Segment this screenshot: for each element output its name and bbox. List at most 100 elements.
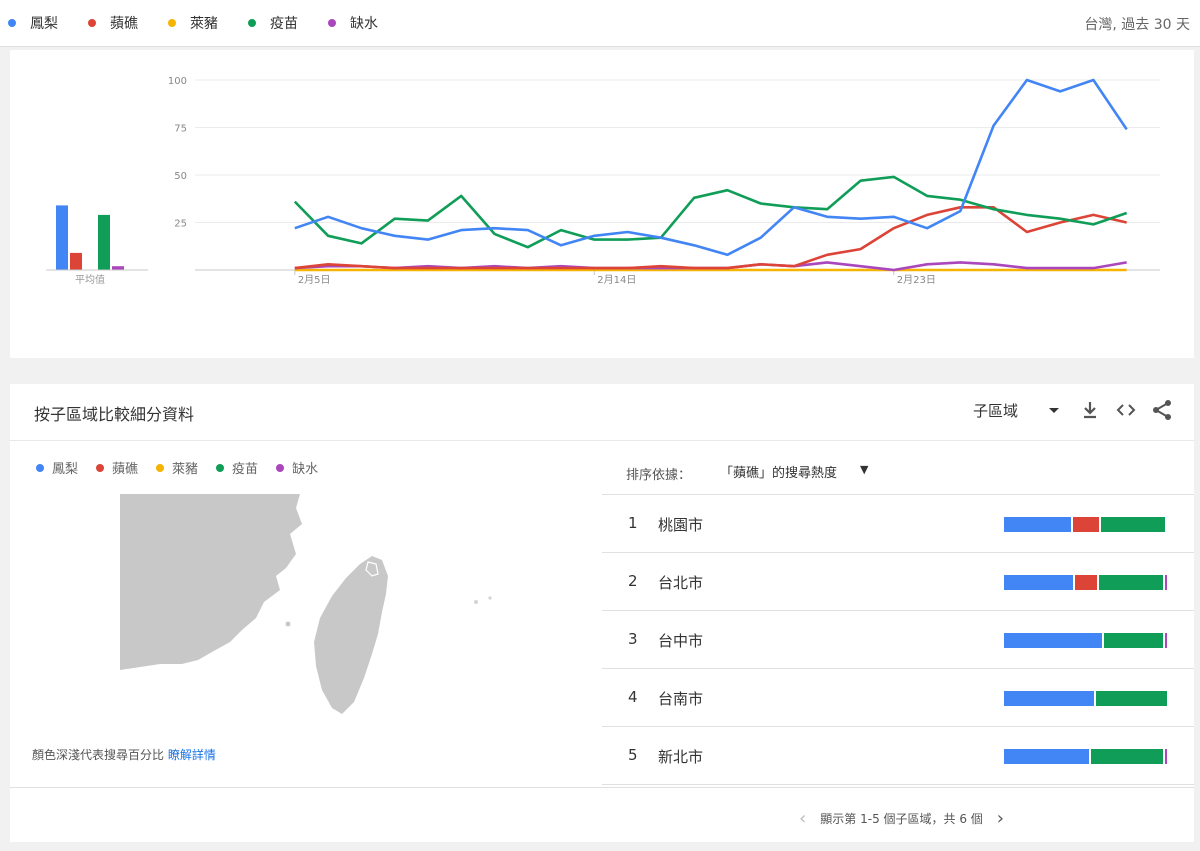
x-tick-label: 2月5日 [298,274,331,286]
region-rank: 5 [628,746,638,764]
sort-caret-icon[interactable]: ▼ [860,463,868,476]
top-legend-item[interactable]: 鳳梨 [8,13,58,33]
top-legend-item[interactable]: 疫苗 [248,13,298,33]
x-tick-label: 2月14日 [597,274,636,286]
share-segment [1004,575,1073,590]
region-share-bar [1004,633,1169,648]
penghu-islands-shape [285,621,291,627]
top-legend-item[interactable]: 缺水 [328,13,378,33]
region-name: 桃園市 [658,516,704,534]
breakdown-header: 按子區域比較細分資料 子區域 [10,384,1194,441]
islet-shape [474,600,478,604]
legend-dot-icon [88,19,96,27]
taiwan-island-shape [314,556,388,714]
legend-label: 鳳梨 [30,16,58,32]
region-rank: 3 [628,630,638,648]
map-note: 顏色深淺代表搜尋百分比 瞭解詳情 [32,746,216,763]
map-legend-item[interactable]: 萊豬 [156,458,198,477]
china-coast-shape [120,494,302,670]
region-rank: 1 [628,514,638,532]
average-bar [56,205,68,270]
learn-more-link[interactable]: 瞭解詳情 [168,748,216,762]
legend-dot-icon [156,463,165,472]
legend-dot-icon [8,19,16,27]
legend-dot-icon [248,19,256,27]
share-icon[interactable] [1150,398,1174,422]
legend-label: 萊豬 [190,16,218,32]
map-legend: 鳳梨 蘋礁 萊豬 疫苗 缺水 [32,458,332,477]
share-segment [1074,575,1098,590]
share-segment [1104,633,1164,648]
share-segment [1096,691,1167,706]
taiwan-map[interactable] [110,494,530,738]
interest-over-time-card: 25 50 75 100 2月5日 2月14日 2月23日 平均值 [10,50,1194,358]
legend-dot-icon [216,463,225,472]
series-line-1 [294,78,1128,257]
map-legend-item[interactable]: 缺水 [276,458,318,477]
sort-select[interactable]: 「蘋礁」的搜尋熱度 [720,462,837,481]
share-segment [1004,633,1103,648]
region-time-filter[interactable]: 台灣, 過去 30 天 [1084,14,1190,34]
embed-icon[interactable] [1114,398,1138,422]
y-tick-label: 50 [174,171,187,182]
top-legend-item[interactable]: 萊豬 [168,13,218,33]
map-note-text: 顏色深淺代表搜尋百分比 [32,748,165,762]
region-name: 台南市 [658,690,704,708]
region-rank: 2 [628,572,638,590]
share-segment [1165,749,1167,764]
map-legend-item[interactable]: 鳳梨 [36,458,78,477]
series-legend: 鳳梨 蘋礁 萊豬 疫苗 缺水 [0,0,400,46]
share-segment [1004,749,1090,764]
breakdown-controls: 子區域 [973,398,1174,422]
share-segment [1099,575,1164,590]
pager: ‹ 顯示第 1-5 個子區域，共 6 個 › [785,808,1018,829]
share-segment [1101,517,1166,532]
dropdown-caret-icon[interactable] [1042,398,1066,422]
region-row[interactable]: 4 台南市 [602,669,1194,727]
divider [10,787,1194,788]
region-row[interactable]: 5 新北市 [602,727,1194,785]
legend-label: 蘋礁 [110,16,138,32]
next-page-icon[interactable]: › [997,808,1004,829]
legend-label: 蘋礁 [112,462,139,477]
legend-label: 疫苗 [232,462,259,477]
breakdown-title: 按子區域比較細分資料 [34,405,195,424]
legend-label: 缺水 [350,16,378,32]
region-name: 台北市 [658,574,704,592]
resolution-select[interactable]: 子區域 [973,400,1018,421]
legend-label: 鳳梨 [52,462,79,477]
legend-dot-icon [168,19,176,27]
region-row[interactable]: 1 桃園市 [602,495,1194,553]
region-name: 台中市 [658,632,704,650]
comparison-legend-bar: 鳳梨 蘋礁 萊豬 疫苗 缺水 台灣, 過去 30 天 [0,0,1200,47]
line-chart: 25 50 75 100 2月5日 2月14日 2月23日 平均值 [46,76,1160,286]
share-segment [1165,575,1167,590]
legend-dot-icon [36,463,44,472]
average-bar [70,252,82,270]
subregion-breakdown-card: 按子區域比較細分資料 子區域 鳳梨 蘋礁 萊豬 疫苗 缺水 顏色深淺代表搜尋百分… [10,384,1194,842]
share-segment [1004,691,1095,706]
y-tick-label: 25 [174,219,187,230]
legend-dot-icon [96,463,105,472]
share-segment [1091,749,1163,764]
region-row[interactable]: 2 台北市 [602,553,1194,611]
sort-label: 排序依據： [626,468,692,483]
legend-dot-icon [328,19,336,27]
region-share-bar [1004,749,1169,764]
download-icon[interactable] [1078,398,1102,422]
prev-page-icon[interactable]: ‹ [799,808,806,829]
region-row[interactable]: 3 台中市 [602,611,1194,669]
region-share-bar [1004,517,1169,532]
legend-label: 萊豬 [172,462,199,477]
pager-text: 顯示第 1-5 個子區域，共 6 個 [820,812,983,826]
region-share-bar [1004,575,1169,590]
region-share-bar [1004,691,1169,706]
region-rank: 4 [628,688,638,706]
islet-shape [488,596,492,600]
map-legend-item[interactable]: 疫苗 [216,458,258,477]
legend-dot-icon [276,463,285,472]
top-legend-item[interactable]: 蘋礁 [88,13,138,33]
map-legend-item[interactable]: 蘋礁 [96,458,138,477]
average-label: 平均值 [75,273,105,286]
region-name: 新北市 [658,748,704,766]
